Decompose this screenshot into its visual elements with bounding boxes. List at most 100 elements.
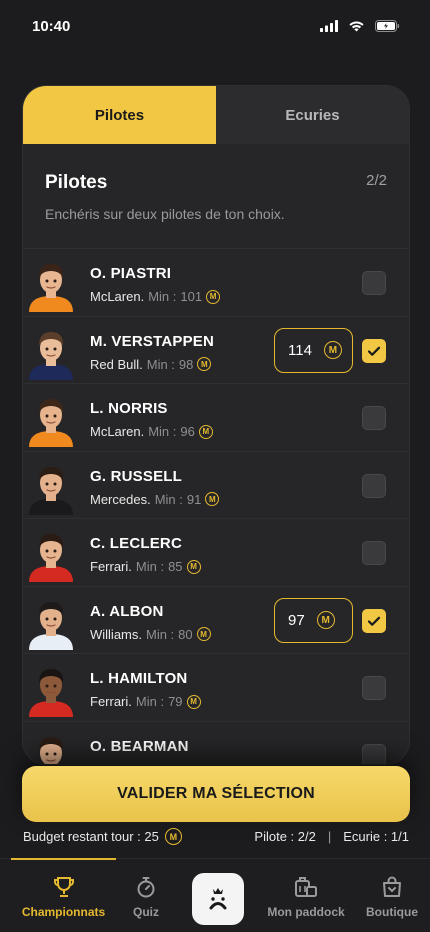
driver-meta: Ferrari. Min : 79 M: [90, 694, 201, 709]
driver-row[interactable]: L. HAMILTON Ferrari. Min : 79 M: [23, 654, 409, 722]
crown-face-icon: [209, 888, 227, 910]
driver-checkbox[interactable]: [362, 338, 386, 363]
driver-row[interactable]: M. VERSTAPPEN Red Bull. Min : 98 M 114 M: [23, 317, 409, 384]
driver-checkbox[interactable]: [362, 608, 386, 633]
driver-avatar: [29, 466, 73, 515]
driver-name: L. HAMILTON: [90, 670, 188, 687]
driver-team: Ferrari.: [90, 559, 132, 574]
bid-input[interactable]: 97 M: [274, 597, 353, 643]
driver-name: C. LECLERC: [90, 535, 182, 552]
nav-quiz[interactable]: Quiz: [118, 859, 174, 932]
driver-name: G. RUSSELL: [90, 467, 183, 485]
min-label: Min :: [154, 491, 183, 507]
bottom-nav: Championnats Quiz Mon paddock Boutique: [0, 858, 430, 932]
min-value: 91: [186, 491, 202, 507]
coin-icon: M: [164, 828, 182, 845]
min-value: 96: [180, 424, 195, 439]
driver-selection-card: Pilotes Ecuries Pilotes 2/2 Enchéris sur…: [22, 85, 410, 765]
coin-icon: M: [186, 559, 201, 574]
driver-avatar: [29, 534, 73, 582]
tab-ecuries[interactable]: Ecuries: [216, 86, 409, 144]
driver-avatar: [39, 736, 64, 764]
driver-meta: Ferrari. Min : 85 M: [90, 559, 201, 574]
min-label: Min :: [146, 356, 175, 372]
driver-avatar: [29, 669, 73, 717]
nav-boutique[interactable]: Boutique: [360, 859, 424, 932]
driver-name: O. BEARMAN: [90, 737, 189, 755]
section-header: Pilotes 2/2 Enchéris sur deux pilotes de…: [23, 144, 409, 249]
driver-avatar: [29, 331, 73, 380]
pilote-count: Pilote : 2/2: [254, 829, 316, 844]
driver-row[interactable]: O. PIASTRI McLaren. Min : 101 M: [23, 249, 409, 317]
nav-home-button[interactable]: [192, 873, 244, 925]
min-value: 101: [180, 289, 203, 304]
selection-summary: Pilote : 2/2 | Ecurie : 1/1: [254, 829, 409, 844]
ecurie-count: Ecurie : 1/1: [343, 829, 409, 844]
driver-row[interactable]: L. NORRIS McLaren. Min : 96 M: [23, 384, 409, 452]
bid-value: 114: [288, 341, 312, 359]
driver-team: Mercedes.: [90, 491, 151, 507]
paddock-icon: [295, 877, 317, 897]
driver-checkbox[interactable]: [362, 676, 386, 700]
driver-row[interactable]: O. BEARMAN: [23, 722, 409, 764]
nav-championnats[interactable]: Championnats: [11, 859, 116, 932]
driver-name: L. NORRIS: [90, 400, 168, 417]
coin-icon: M: [323, 341, 342, 359]
min-label: Min :: [135, 559, 165, 574]
min-value: 80: [178, 626, 193, 642]
min-value: 98: [178, 356, 194, 372]
stopwatch-icon: [137, 877, 155, 898]
coin-icon: M: [316, 611, 335, 629]
driver-row[interactable]: G. RUSSELL Mercedes. Min : 91 M: [23, 452, 409, 519]
bid-value: 97: [288, 611, 305, 629]
status-icons: [320, 20, 400, 32]
nav-label: Quiz: [133, 905, 159, 919]
driver-checkbox[interactable]: [362, 271, 386, 295]
coin-icon: M: [198, 424, 213, 439]
driver-meta: Williams. Min : 80 M: [90, 627, 211, 642]
separator: |: [327, 829, 332, 844]
driver-checkbox[interactable]: [362, 473, 386, 498]
coin-icon: M: [186, 694, 201, 709]
driver-row[interactable]: C. LECLERC Ferrari. Min : 85 M: [23, 519, 409, 587]
driver-team: Red Bull.: [90, 356, 143, 372]
budget-info: Budget restant tour : 25 M: [23, 828, 182, 845]
status-bar: 10:40: [0, 0, 430, 58]
driver-checkbox[interactable]: [362, 541, 386, 565]
budget-text: Budget restant tour : 25: [23, 829, 159, 844]
nav-label: Mon paddock: [267, 905, 345, 919]
driver-team: Ferrari.: [90, 694, 132, 709]
trophy-icon: [53, 877, 74, 897]
min-label: Min :: [146, 626, 175, 642]
validate-selection-button[interactable]: VALIDER MA SÉLECTION: [22, 766, 410, 822]
driver-team: McLaren.: [90, 424, 145, 439]
driver-meta: Red Bull. Min : 98 M: [90, 356, 212, 372]
wifi-icon: [349, 21, 364, 32]
driver-name: O. PIASTRI: [90, 265, 172, 282]
checkmark-icon: [367, 346, 381, 356]
driver-checkbox[interactable]: [362, 406, 386, 430]
coin-icon: M: [197, 357, 212, 371]
nav-label: Boutique: [366, 905, 418, 919]
driver-row[interactable]: A. ALBON Williams. Min : 80 M 97 M: [23, 587, 409, 654]
driver-name: A. ALBON: [90, 602, 164, 620]
signal-icon: [320, 20, 338, 32]
section-title: Pilotes: [45, 172, 108, 193]
driver-avatar: [29, 601, 73, 650]
min-value: 85: [168, 559, 183, 574]
driver-team: Williams.: [90, 626, 142, 642]
driver-meta: Mercedes. Min : 91 M: [90, 491, 220, 507]
nav-mon-paddock[interactable]: Mon paddock: [262, 859, 350, 932]
driver-name: M. VERSTAPPEN: [90, 332, 215, 350]
driver-list: O. PIASTRI McLaren. Min : 101 M M. VERST…: [23, 249, 409, 764]
bid-input[interactable]: 114 M: [274, 327, 353, 373]
driver-meta: McLaren. Min : 96 M: [90, 424, 213, 439]
coin-icon: M: [196, 627, 211, 641]
driver-checkbox[interactable]: [362, 743, 386, 764]
tab-pilotes[interactable]: Pilotes: [23, 86, 216, 144]
checkmark-icon: [367, 616, 381, 626]
driver-meta: McLaren. Min : 101 M: [90, 289, 221, 304]
status-time: 10:40: [32, 18, 71, 35]
min-value: 79: [168, 694, 183, 709]
min-label: Min :: [148, 289, 177, 304]
